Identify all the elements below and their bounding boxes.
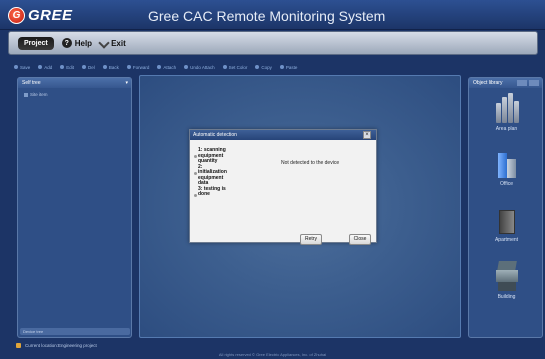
step-3-indicator-icon — [194, 193, 197, 197]
library-item-area-plan-label: Area plan — [495, 126, 518, 132]
close-button[interactable]: Close — [349, 234, 371, 245]
library-tab-1[interactable] — [517, 80, 527, 86]
object-library-panel: Object library Area plan Office Apartmen… — [468, 77, 543, 338]
tool-add[interactable]: Add — [38, 61, 52, 73]
dialog-close-icon[interactable]: × — [363, 131, 371, 139]
library-item-apartment[interactable]: Apartment — [469, 210, 544, 243]
paste-icon — [279, 65, 284, 69]
tool-copy-label: Copy — [261, 64, 272, 70]
attach-icon — [157, 65, 162, 69]
dialog-title: Automatic detection — [193, 132, 237, 138]
status-bar: Current location:Engineering project — [16, 343, 97, 348]
logo-mark: G — [8, 6, 25, 24]
library-tabs — [517, 78, 539, 88]
copyright-text: All rights reserved © Gree Electric Appl… — [218, 352, 327, 357]
tool-undo-attach-label: Undo Attach — [190, 64, 215, 70]
copy-icon — [255, 65, 260, 69]
color-icon — [222, 65, 227, 69]
exit-icon — [98, 37, 110, 49]
tool-add-label: Add — [44, 64, 53, 70]
menu-bar: Project ? Help Exit — [8, 31, 538, 55]
tool-undo-attach[interactable]: Undo Attach — [184, 61, 215, 73]
tool-del[interactable]: Del — [82, 61, 95, 73]
delete-icon — [82, 65, 87, 69]
undo-icon — [184, 65, 189, 69]
location-icon — [16, 343, 21, 348]
step-2: 2: initialization equipment data — [194, 163, 249, 187]
retry-button[interactable]: Retry — [300, 234, 322, 245]
title-bar: G GREE Gree CAC Remote Monitoring System — [0, 0, 545, 30]
library-tab-2[interactable] — [529, 80, 539, 86]
edit-icon — [60, 65, 65, 69]
tool-del-label: Del — [88, 64, 95, 70]
menu-project-label: Project — [24, 39, 48, 47]
library-item-area-plan[interactable]: Area plan — [469, 93, 544, 132]
help-icon: ? — [61, 38, 72, 48]
menu-project[interactable]: Project — [18, 36, 54, 50]
self-tree-header: Self tree ▾ — [18, 78, 131, 88]
save-icon — [14, 65, 18, 69]
detection-steps: 1: scanning equipment quantity 2: initia… — [194, 147, 249, 198]
tree-node-root[interactable]: Site item — [18, 88, 131, 97]
tool-back[interactable]: Back — [102, 61, 119, 73]
step-3-label: 3: testing is done — [198, 185, 226, 197]
menu-exit[interactable]: Exit — [98, 37, 126, 49]
object-library-title: Object library — [473, 80, 503, 86]
tool-forward-label: Forward — [132, 64, 150, 70]
building-icon — [495, 261, 519, 291]
tool-attach[interactable]: Attach — [157, 61, 176, 73]
detection-message: Not detected to the device — [281, 160, 340, 166]
library-item-office[interactable]: Office — [469, 150, 544, 187]
logo-text: GREE — [28, 6, 73, 24]
step-1-indicator-icon — [194, 155, 197, 158]
library-item-building-label: Building — [497, 294, 516, 300]
automatic-detection-dialog: Automatic detection × 1: scanning equipm… — [189, 129, 377, 245]
device-tree-tab[interactable]: Device tree — [20, 328, 130, 335]
step-2-indicator-icon — [194, 171, 197, 175]
step-1-label: 1: scanning equipment quantity — [198, 147, 226, 164]
library-item-building[interactable]: Building — [469, 261, 544, 300]
step-3: 3: testing is done — [194, 185, 249, 198]
menu-exit-label: Exit — [111, 38, 126, 48]
tree-node-root-label: Site item — [30, 92, 48, 97]
tool-set-color[interactable]: Set Color — [222, 61, 248, 73]
panel-pin-icon[interactable]: ▾ — [125, 78, 128, 88]
add-icon — [38, 65, 43, 69]
tool-save[interactable]: Save — [14, 61, 30, 73]
dialog-body: 1: scanning equipment quantity 2: initia… — [190, 140, 376, 245]
tool-edit-label: Edit — [66, 64, 75, 70]
dialog-title-bar: Automatic detection × — [190, 130, 376, 140]
tool-set-color-label: Set Color — [228, 64, 248, 70]
gree-logo: G GREE — [8, 5, 73, 25]
library-item-apartment-label: Apartment — [494, 237, 519, 243]
self-tree-panel: Self tree ▾ Site item Device tree — [17, 77, 132, 338]
tool-copy[interactable]: Copy — [255, 61, 272, 73]
object-library-header: Object library — [469, 78, 542, 88]
step-2-label: 2: initialization equipment data — [198, 163, 227, 186]
tool-back-label: Back — [108, 64, 119, 70]
menu-help-label: Help — [74, 38, 93, 48]
menu-help[interactable]: ? Help — [61, 38, 93, 48]
forward-icon — [126, 65, 131, 69]
tool-paste[interactable]: Paste — [279, 61, 298, 73]
toolbar: Save Add Edit Del Back Forward Attach Un… — [14, 61, 297, 73]
back-icon — [102, 65, 107, 69]
tool-forward[interactable]: Forward — [126, 61, 150, 73]
office-icon — [496, 150, 518, 178]
library-item-office-label: Office — [500, 181, 513, 187]
apartment-icon — [498, 210, 515, 234]
step-1: 1: scanning equipment quantity — [194, 147, 249, 165]
tool-paste-label: Paste — [285, 64, 298, 70]
tool-attach-label: Attach — [163, 64, 177, 70]
area-plan-icon — [495, 93, 519, 123]
self-tree-title: Self tree — [22, 80, 41, 86]
tool-edit[interactable]: Edit — [60, 61, 74, 73]
app-title: Gree CAC Remote Monitoring System — [148, 8, 386, 24]
tool-save-label: Save — [20, 64, 31, 70]
current-location: Current location:Engineering project — [25, 343, 97, 348]
